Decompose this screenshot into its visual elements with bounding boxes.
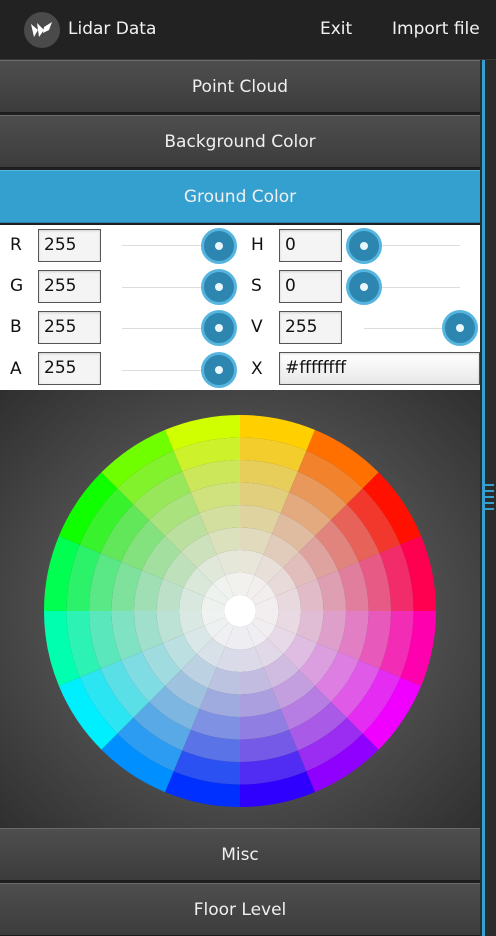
section-point-cloud[interactable]: Point Cloud — [0, 60, 480, 113]
r-label: R — [10, 235, 22, 255]
app-title: Lidar Data — [68, 19, 157, 39]
b-label: B — [10, 317, 22, 337]
s-label: S — [251, 276, 262, 296]
exit-button[interactable]: Exit — [320, 19, 352, 39]
s-slider-knob[interactable] — [346, 269, 382, 305]
import-file-button[interactable]: Import file — [392, 19, 480, 39]
g-value-input[interactable]: 255 — [38, 270, 101, 303]
section-misc[interactable]: Misc — [0, 828, 480, 881]
kivy-logo-icon[interactable] — [24, 12, 60, 48]
section-floor-level[interactable]: Floor Level — [0, 883, 480, 936]
h-value-input[interactable]: 0 — [279, 229, 342, 262]
color-slider-panel: R 255 G 255 B 255 A 255 H 0 S 0 V 255 X … — [0, 225, 480, 390]
v-slider-track[interactable] — [364, 328, 444, 329]
hex-value-input[interactable]: #ffffffff — [279, 352, 480, 385]
section-background-color[interactable]: Background Color — [0, 115, 480, 168]
color-wheel-center[interactable] — [224, 595, 256, 627]
s-value-input[interactable]: 0 — [279, 270, 342, 303]
action-bar: Lidar Data Exit Import file — [0, 0, 496, 60]
color-wheel[interactable] — [0, 390, 480, 828]
a-value-input[interactable]: 255 — [38, 352, 101, 385]
h-slider-knob[interactable] — [346, 228, 382, 264]
color-wheel-area — [0, 390, 480, 828]
r-slider-knob[interactable] — [201, 228, 237, 264]
kivy-logo-glyph — [31, 22, 52, 37]
section-ground-color[interactable]: Ground Color — [0, 170, 480, 223]
v-label: V — [251, 317, 263, 337]
b-value-input[interactable]: 255 — [38, 311, 101, 344]
a-slider-knob[interactable] — [201, 352, 237, 388]
hex-label: X — [251, 359, 263, 379]
splitter-grip-icon[interactable] — [484, 484, 494, 514]
g-slider-knob[interactable] — [201, 269, 237, 305]
v-slider-knob[interactable] — [442, 310, 478, 346]
r-value-input[interactable]: 255 — [38, 229, 101, 262]
a-label: A — [10, 359, 22, 379]
h-label: H — [251, 235, 264, 255]
g-label: G — [10, 276, 24, 296]
v-value-input[interactable]: 255 — [279, 311, 342, 344]
b-slider-knob[interactable] — [201, 310, 237, 346]
